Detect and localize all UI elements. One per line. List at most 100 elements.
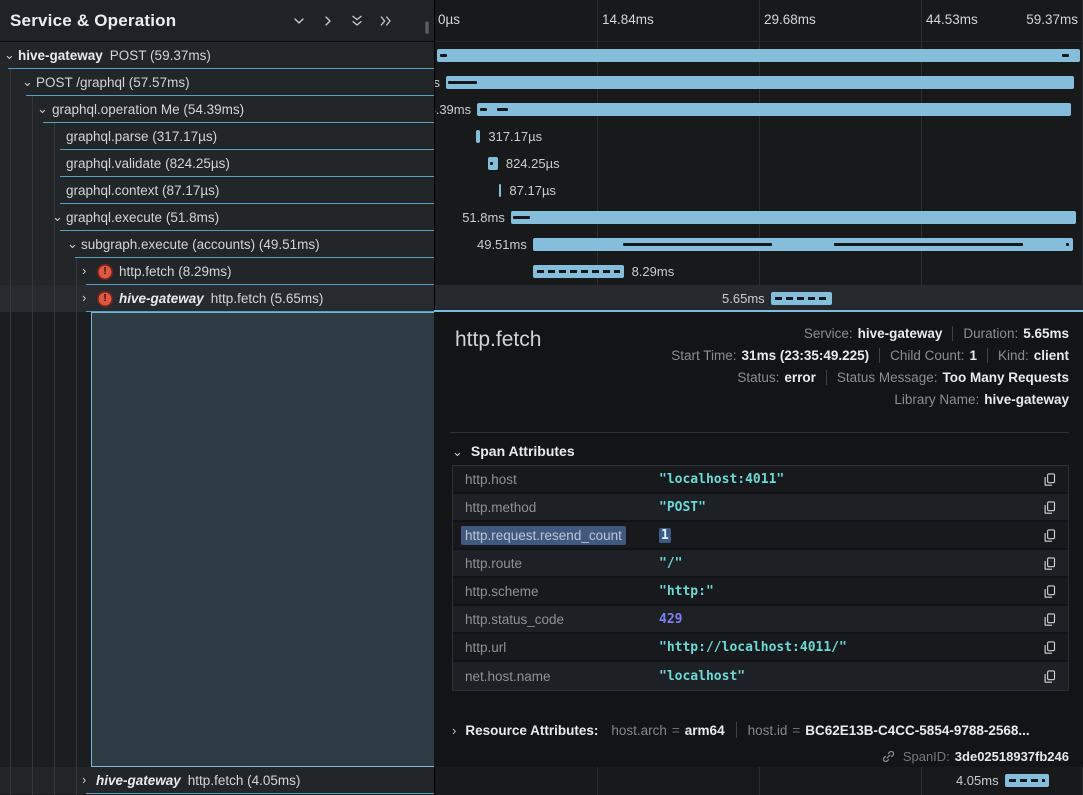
- copy-icon[interactable]: [1040, 470, 1059, 489]
- meta-value: 1: [969, 348, 977, 363]
- span-bar[interactable]: [477, 103, 1071, 116]
- attribute-value: "localhost": [659, 669, 1040, 684]
- span-bar[interactable]: [511, 211, 1076, 224]
- span-attributes-header[interactable]: ⌄Span Attributes: [452, 443, 575, 460]
- attribute-row: http.host "localhost:4011": [453, 466, 1068, 494]
- chevron-right-icon[interactable]: [318, 11, 338, 31]
- meta-value: 31ms (23:35:49.225): [742, 348, 870, 363]
- child-span-mark: [834, 243, 1024, 246]
- attribute-row: http.request.resend_count 1: [453, 522, 1068, 550]
- child-span-mark: [513, 216, 530, 219]
- span-timeline-row[interactable]: 54.39ms: [435, 96, 1083, 123]
- chevron-right-icon[interactable]: ›: [82, 263, 86, 278]
- child-span-mark: [623, 243, 772, 246]
- span-tree-row[interactable]: ›hive-gatewayhttp.fetch (4.05ms): [0, 767, 434, 794]
- span-tree-row[interactable]: ›!http.fetch (8.29ms): [0, 258, 434, 285]
- meta-value: error: [784, 370, 816, 385]
- attribute-key: http.url: [465, 640, 643, 655]
- attribute-key: http.host: [465, 472, 643, 487]
- span-bar[interactable]: [437, 49, 1080, 62]
- chevron-right-icon[interactable]: ›: [452, 723, 456, 738]
- error-icon: !: [97, 291, 113, 307]
- span-tree-row[interactable]: ›!hive-gatewayhttp.fetch (5.65ms): [0, 285, 434, 312]
- double-chevron-down-icon[interactable]: [347, 11, 367, 31]
- span-id-value: 3de02518937fb246: [955, 749, 1069, 764]
- resource-value: arm64: [685, 723, 725, 738]
- copy-icon[interactable]: [1040, 526, 1059, 545]
- span-tree-row[interactable]: ⌄POST /graphql (57.57ms): [0, 69, 434, 96]
- copy-icon[interactable]: [1040, 638, 1059, 657]
- meta-value: hive-gateway: [984, 392, 1069, 407]
- span-bar[interactable]: [446, 76, 1074, 89]
- equals-sign: =: [792, 723, 800, 738]
- equals-sign: =: [672, 723, 680, 738]
- span-tree-row[interactable]: ⌄subgraph.execute (accounts) (49.51ms): [0, 231, 434, 258]
- chevron-down-icon[interactable]: ⌄: [4, 47, 15, 62]
- span-label: graphql.context (87.17µs): [66, 183, 219, 198]
- span-timeline-row[interactable]: [435, 42, 1083, 69]
- meta-label: Start Time:: [671, 348, 736, 363]
- chevron-down-icon[interactable]: ⌄: [37, 101, 48, 116]
- span-timeline-row[interactable]: 8.29ms: [435, 258, 1083, 285]
- tree-indent-guide: [76, 258, 77, 795]
- span-tree-row-content: POST /graphql (57.57ms): [0, 69, 434, 96]
- panel-resize-handle[interactable]: ∥: [424, 20, 431, 34]
- chevron-right-icon[interactable]: ›: [82, 290, 86, 305]
- span-bar[interactable]: [476, 130, 480, 143]
- child-span-mark: [448, 81, 477, 84]
- span-timeline-row[interactable]: 51.8ms: [435, 204, 1083, 231]
- attribute-row: net.host.name "localhost": [453, 662, 1068, 690]
- timeline-tick: 14.84ms: [602, 12, 654, 27]
- double-chevron-right-icon[interactable]: [376, 11, 396, 31]
- selected-span-expanded-area: [91, 312, 434, 767]
- attribute-key: http.status_code: [465, 612, 643, 627]
- span-tree-row-content: graphql.validate (824.25µs): [0, 150, 434, 177]
- span-tree-row[interactable]: graphql.validate (824.25µs): [0, 150, 434, 177]
- copy-icon[interactable]: [1040, 667, 1059, 686]
- span-tree-row[interactable]: ⌄graphql.execute (51.8ms): [0, 204, 434, 231]
- copy-icon[interactable]: [1040, 582, 1059, 601]
- copy-icon[interactable]: [1040, 554, 1059, 573]
- meta-label: Status:: [737, 370, 779, 385]
- span-id-label: SpanID:: [903, 749, 950, 764]
- timeline-tick: 29.68ms: [764, 12, 816, 27]
- span-tree-row-content: graphql.execute (51.8ms): [0, 204, 434, 231]
- attribute-row: http.status_code 429: [453, 606, 1068, 634]
- span-bar[interactable]: [499, 184, 501, 197]
- span-tree-row-content: hive-gatewayPOST (59.37ms): [0, 42, 434, 69]
- span-timeline-row[interactable]: 57.57ms: [435, 69, 1083, 96]
- span-tree-row[interactable]: graphql.parse (317.17µs): [0, 123, 434, 150]
- span-tree-row[interactable]: ⌄hive-gatewayPOST (59.37ms): [0, 42, 434, 69]
- resource-attributes-header[interactable]: Resource Attributes:: [465, 723, 598, 738]
- span-tree-row-content: graphql.parse (317.17µs): [0, 123, 434, 150]
- copy-icon[interactable]: [1040, 610, 1059, 629]
- span-attributes-table: http.host "localhost:4011" http.method "…: [452, 465, 1069, 691]
- span-timeline-row[interactable]: 87.17µs: [435, 177, 1083, 204]
- resource-value: BC62E13B-C4CC-5854-9788-2568...: [805, 723, 1029, 738]
- panel-title: Service & Operation: [10, 11, 176, 31]
- attribute-row: http.method "POST": [453, 494, 1068, 522]
- chevron-down-icon[interactable]: [289, 11, 309, 31]
- span-timeline-row[interactable]: 824.25µs: [435, 150, 1083, 177]
- chevron-right-icon[interactable]: ›: [82, 772, 86, 787]
- span-bar[interactable]: [533, 265, 624, 278]
- span-tree-row[interactable]: ⌄graphql.operation Me (54.39ms): [0, 96, 434, 123]
- span-bar[interactable]: [771, 292, 833, 305]
- tree-toolbar: [289, 0, 396, 42]
- link-icon[interactable]: [881, 749, 896, 764]
- chevron-down-icon[interactable]: ⌄: [22, 74, 33, 89]
- span-timeline-row[interactable]: 5.65ms: [435, 285, 1083, 312]
- attribute-key: http.request.resend_count: [465, 528, 643, 543]
- meta-label: Child Count:: [890, 348, 964, 363]
- duration-label: 317.17µs: [488, 129, 542, 144]
- chevron-down-icon[interactable]: ⌄: [67, 236, 78, 251]
- span-tree-row[interactable]: graphql.context (87.17µs): [0, 177, 434, 204]
- duration-label: 5.65ms: [722, 291, 765, 306]
- timeline-ruler: 0µs 14.84ms 29.68ms 44.53ms 59.37ms: [435, 0, 1083, 42]
- detail-divider: [450, 432, 1069, 433]
- span-timeline-row[interactable]: 4.05ms: [435, 767, 1083, 794]
- span-bar[interactable]: [1005, 774, 1049, 787]
- span-timeline-row[interactable]: 317.17µs: [435, 123, 1083, 150]
- copy-icon[interactable]: [1040, 498, 1059, 517]
- span-timeline-row[interactable]: 49.51ms: [435, 231, 1083, 258]
